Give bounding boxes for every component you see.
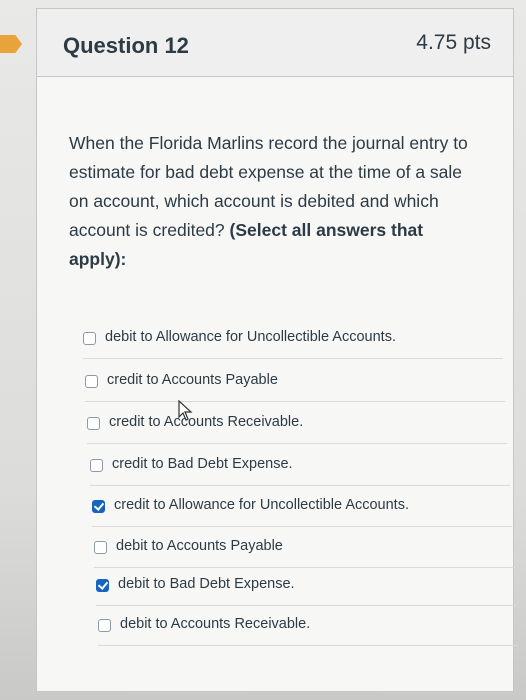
answer-label[interactable]: debit to Allowance for Uncollectible Acc… (105, 329, 396, 345)
answer-checkbox[interactable] (94, 541, 107, 554)
answer-option[interactable]: debit to Accounts Payable (94, 531, 514, 568)
answer-label[interactable]: credit to Allowance for Uncollectible Ac… (114, 497, 409, 513)
answer-label[interactable]: debit to Accounts Receivable. (120, 616, 310, 632)
answer-list: debit to Allowance for Uncollectible Acc… (37, 9, 518, 691)
answer-option[interactable]: debit to Bad Debt Expense. (96, 569, 516, 606)
answer-option[interactable]: debit to Allowance for Uncollectible Acc… (83, 322, 503, 359)
answer-option[interactable]: credit to Accounts Receivable. (87, 407, 507, 444)
answer-label[interactable]: credit to Accounts Receivable. (109, 414, 303, 430)
question-card: Question 12 4.75 pts When the Florida Ma… (36, 8, 518, 692)
answer-checkbox-checked[interactable] (96, 579, 109, 592)
answer-checkbox-checked[interactable] (92, 500, 105, 513)
answer-checkbox[interactable] (87, 417, 100, 430)
answer-option[interactable]: credit to Bad Debt Expense. (90, 449, 510, 486)
answer-option[interactable]: credit to Accounts Payable (85, 365, 505, 402)
answer-checkbox[interactable] (98, 619, 111, 632)
answer-checkbox[interactable] (90, 459, 103, 472)
answer-option[interactable]: credit to Allowance for Uncollectible Ac… (92, 490, 512, 527)
answer-label[interactable]: credit to Accounts Payable (107, 372, 278, 388)
answer-label[interactable]: credit to Bad Debt Expense. (112, 456, 293, 472)
answer-option[interactable]: debit to Accounts Receivable. (98, 609, 518, 646)
answer-checkbox[interactable] (83, 332, 96, 345)
answer-label[interactable]: debit to Bad Debt Expense. (118, 576, 295, 592)
answer-checkbox[interactable] (85, 375, 98, 388)
answer-label[interactable]: debit to Accounts Payable (116, 538, 283, 554)
